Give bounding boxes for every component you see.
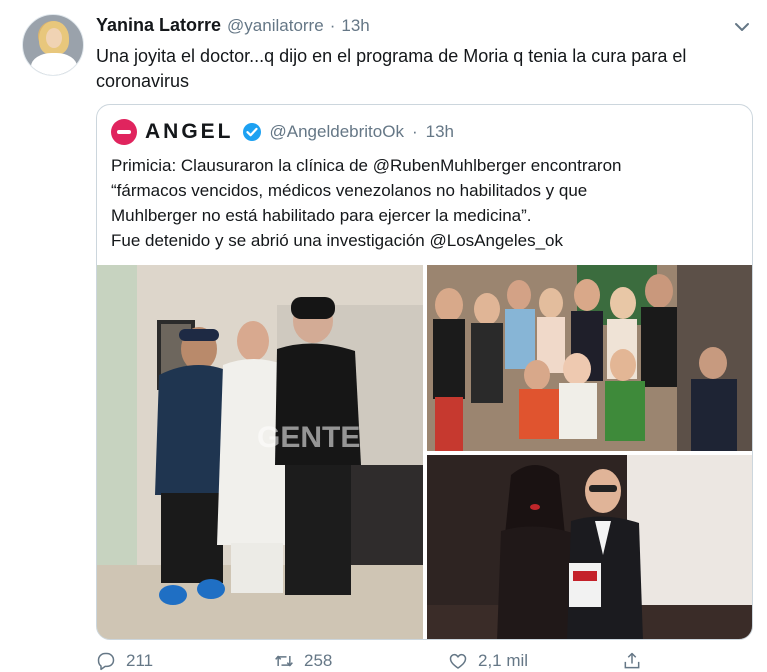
tweet-text: Una joyita el doctor...q dijo en el prog…: [96, 46, 687, 91]
quoted-text-line: “fármacos vencidos, médicos venezolanos …: [111, 181, 588, 200]
photo-couple-event[interactable]: [427, 455, 752, 639]
photo-clinic-group[interactable]: GENTE: [97, 265, 423, 639]
author-handle[interactable]: @yanilatorre: [227, 16, 324, 36]
like-button[interactable]: 2,1 mil: [448, 651, 528, 671]
like-icon: [449, 653, 467, 669]
quoted-text-line: Primicia: Clausuraron la clínica de @Rub…: [111, 156, 622, 175]
author-display-name[interactable]: Yanina Latorre: [96, 15, 221, 36]
tweet-actions: 211 258 2,1 mil: [96, 650, 756, 672]
reply-button[interactable]: 211: [96, 651, 153, 671]
tweet: Yanina Latorre @yanilatorre · 13h Una jo…: [0, 0, 767, 672]
like-count: 2,1 mil: [478, 651, 529, 670]
quoted-author-handle[interactable]: @AngeldebritoOk: [270, 122, 404, 142]
header-separator: ·: [329, 16, 336, 35]
quoted-tweet[interactable]: ANGEL @AngeldebritoOk · 13h Primicia: Cl…: [96, 104, 753, 640]
avatar-shirt: [31, 53, 77, 75]
share-button[interactable]: [622, 651, 642, 671]
reply-icon: [97, 652, 115, 671]
avatar-face: [46, 28, 62, 48]
tweet-header: Yanina Latorre @yanilatorre · 13h: [96, 15, 370, 41]
photo-party-group[interactable]: [427, 265, 752, 451]
quoted-author-avatar[interactable]: [111, 119, 137, 145]
verified-badge-icon: [242, 122, 262, 142]
quoted-tweet-timestamp[interactable]: 13h: [426, 122, 454, 142]
chevron-down-icon[interactable]: [734, 19, 750, 35]
author-avatar[interactable]: [22, 14, 84, 76]
quoted-author-display-name[interactable]: ANGEL: [145, 120, 234, 144]
quoted-tweet-text: Primicia: Clausuraron la clínica de @Rub…: [111, 153, 741, 253]
quoted-text-line: Muhlberger no está habilitado para ejerc…: [111, 206, 532, 225]
retweet-icon: [275, 655, 293, 667]
quoted-header-separator: ·: [411, 122, 418, 141]
quoted-text-line: Fue detenido y se abrió una investigació…: [111, 231, 563, 250]
reply-count: 211: [126, 651, 154, 670]
quoted-media-grid: GENTE: [97, 265, 752, 639]
tweet-timestamp[interactable]: 13h: [341, 16, 369, 36]
photo-watermark: GENTE: [257, 421, 360, 454]
retweet-count: 258: [304, 651, 333, 670]
quoted-tweet-header: ANGEL @AngeldebritoOk · 13h: [111, 117, 454, 147]
retweet-button[interactable]: 258: [274, 651, 332, 671]
share-icon: [624, 652, 640, 669]
